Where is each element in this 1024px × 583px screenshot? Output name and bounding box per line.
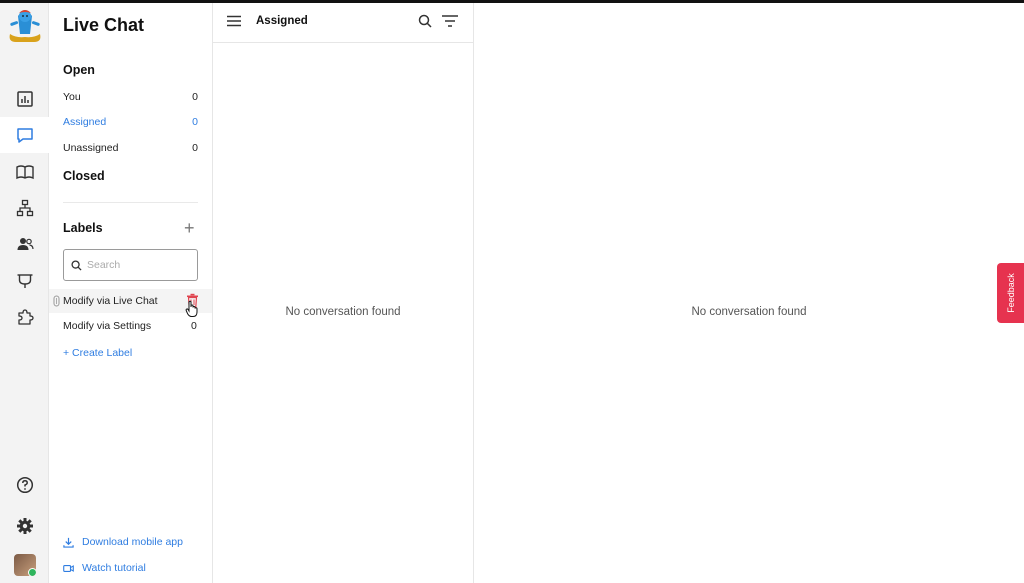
- section-divider: [63, 202, 198, 203]
- open-item-count: 0: [192, 142, 198, 154]
- open-item-count: 0: [192, 91, 198, 103]
- bar-chart-icon: [16, 91, 33, 107]
- rail-apps[interactable]: [0, 299, 49, 335]
- conversation-detail-panel: No conversation found: [474, 3, 1024, 583]
- labels-heading: Labels: [63, 221, 103, 235]
- download-icon: [63, 537, 74, 548]
- download-mobile-app-link[interactable]: Download mobile app: [63, 536, 183, 548]
- search-icon: [71, 259, 82, 271]
- plug-icon: [17, 274, 32, 288]
- live-chat-sidebar: Live Chat Open You 0 Assigned 0 Unassign…: [49, 3, 213, 583]
- icon-rail: [0, 3, 49, 583]
- open-item-label: Assigned: [63, 116, 107, 128]
- video-camera-icon: [63, 564, 74, 572]
- conversation-list-empty-state: No conversation found: [285, 306, 401, 318]
- closed-heading[interactable]: Closed: [63, 169, 105, 183]
- open-item-you[interactable]: You 0: [63, 91, 198, 103]
- page-title: Live Chat: [63, 15, 145, 35]
- rail-integrations[interactable]: [0, 263, 49, 299]
- open-heading[interactable]: Open: [63, 63, 95, 77]
- label-search-input[interactable]: [87, 259, 187, 271]
- open-item-unassigned[interactable]: Unassigned 0: [63, 142, 198, 154]
- rail-contacts[interactable]: [0, 226, 49, 262]
- label-item-label: Modify via Live Chat: [63, 295, 158, 307]
- hierarchy-icon: [16, 199, 33, 217]
- watch-tutorial-link[interactable]: Watch tutorial: [63, 562, 146, 574]
- genie-logo-icon[interactable]: [4, 4, 46, 46]
- rail-analytics[interactable]: [0, 81, 49, 117]
- add-label-plus-icon[interactable]: +: [184, 219, 195, 237]
- conversation-list-panel: Assigned No conversation found: [213, 3, 474, 583]
- open-book-icon: [15, 165, 34, 180]
- create-label-link[interactable]: + Create Label: [63, 347, 132, 359]
- rail-knowledge-base[interactable]: [0, 154, 49, 190]
- users-icon: [17, 238, 34, 250]
- rail-bot-flow[interactable]: [0, 190, 49, 226]
- hamburger-menu-icon[interactable]: [227, 15, 241, 27]
- rail-live-chat[interactable]: [0, 117, 49, 153]
- gear-icon: [16, 518, 33, 534]
- drag-handle-icon[interactable]: [53, 295, 60, 307]
- puzzle-icon: [17, 309, 34, 325]
- conversation-list-title: Assigned: [256, 15, 308, 27]
- open-item-count: 0: [192, 116, 198, 128]
- label-search-box[interactable]: [63, 249, 198, 281]
- label-item-count: 0: [191, 320, 197, 332]
- filter-icon[interactable]: [442, 14, 458, 28]
- user-avatar[interactable]: [14, 554, 36, 576]
- feedback-label: Feedback: [1005, 273, 1016, 313]
- hand-cursor-icon: [185, 300, 198, 317]
- chat-bubble-icon: [16, 128, 33, 143]
- rail-help[interactable]: [0, 467, 49, 503]
- open-item-label: You: [63, 91, 81, 103]
- download-mobile-app-label: Download mobile app: [82, 536, 183, 548]
- search-icon[interactable]: [418, 14, 432, 28]
- rail-settings[interactable]: [0, 508, 49, 544]
- feedback-tab[interactable]: Feedback: [997, 263, 1024, 323]
- conversation-list-header: Assigned: [213, 3, 473, 43]
- conversation-detail-empty-state: No conversation found: [691, 306, 807, 318]
- watch-tutorial-label: Watch tutorial: [82, 562, 146, 574]
- help-circle-icon: [16, 476, 33, 494]
- open-item-label: Unassigned: [63, 142, 119, 154]
- label-item-label: Modify via Settings: [63, 320, 152, 332]
- open-item-assigned[interactable]: Assigned 0: [63, 116, 198, 128]
